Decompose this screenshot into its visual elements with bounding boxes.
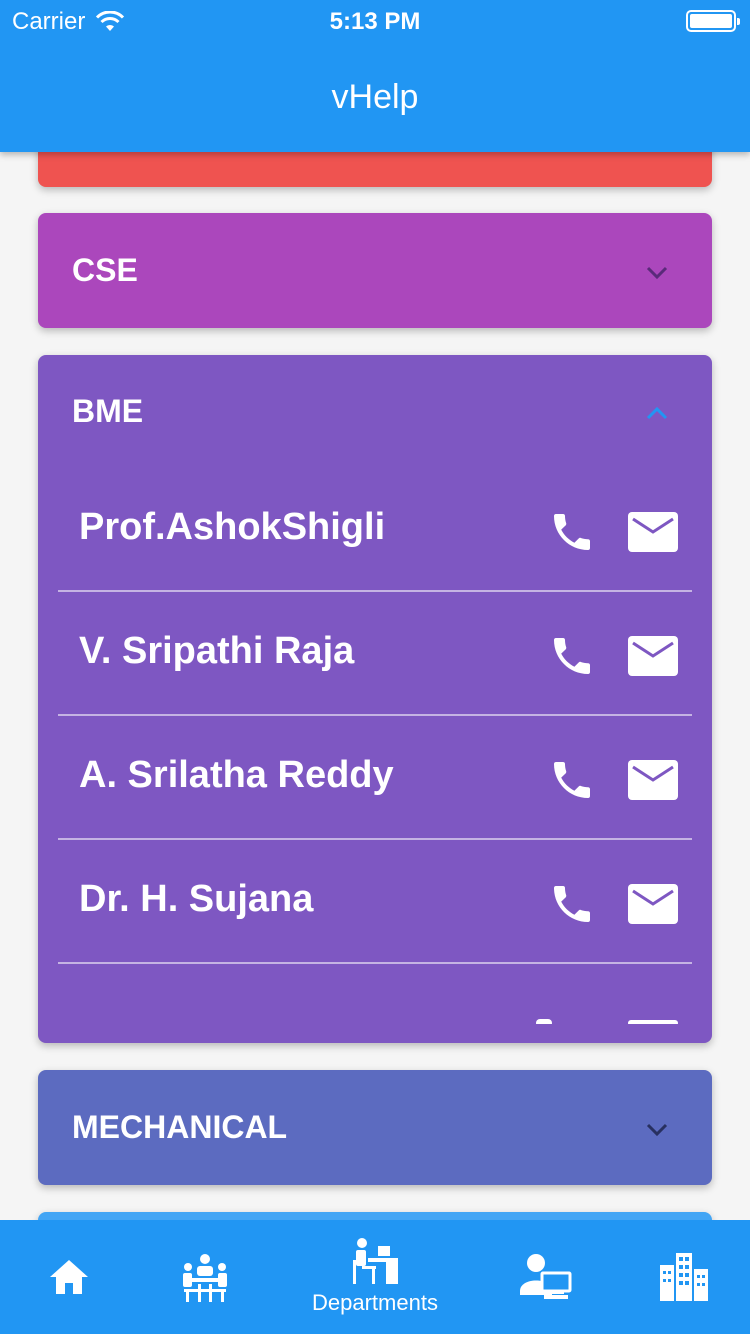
department-title: CSE (72, 252, 138, 288)
staff-name: Prof.AshokShigli (79, 506, 386, 548)
mail-icon[interactable] (628, 760, 678, 800)
nav-staff[interactable] (510, 1220, 580, 1334)
staff-name: Dr. H. Sujana (79, 878, 314, 920)
home-icon (50, 1260, 88, 1294)
staff-icon (520, 1254, 572, 1299)
staff-row: V. Sripathi Raja (58, 592, 692, 716)
mail-icon[interactable] (628, 512, 678, 552)
nav-departments[interactable]: Departments (290, 1220, 460, 1334)
phone-icon[interactable] (536, 1019, 552, 1024)
staff-name: V. Sripathi Raja (79, 630, 355, 672)
mail-icon[interactable] (628, 636, 678, 676)
staff-row: Prof.AshokShigli (58, 468, 692, 592)
department-card-mechanical[interactable]: MECHANICAL (38, 1070, 712, 1185)
mail-icon[interactable] (628, 1020, 678, 1024)
chevron-down-icon[interactable] (642, 1114, 672, 1144)
department-card-cse[interactable]: CSE (38, 213, 712, 328)
departments-icon (353, 1238, 398, 1284)
department-title: MECHANICAL (72, 1109, 288, 1145)
staff-row: Dr. H. Sujana (58, 840, 692, 964)
app-bar: Carrier 5:13 PM vHelp (0, 0, 750, 152)
building-icon (660, 1253, 708, 1301)
department-card-bme[interactable]: BME Prof.AshokShigli V. Sripathi Raja A.… (38, 355, 712, 1043)
meeting-icon (183, 1254, 227, 1302)
nav-meeting[interactable] (170, 1220, 240, 1334)
staff-row-partial (58, 964, 692, 1024)
status-time: 5:13 PM (329, 8, 421, 35)
nav-home[interactable] (34, 1220, 104, 1334)
phone-icon[interactable] (548, 508, 596, 556)
chevron-down-icon[interactable] (642, 257, 672, 287)
nav-label-departments: Departments (312, 1290, 438, 1315)
bottom-nav: Departments (0, 1220, 750, 1334)
app-title: vHelp (331, 78, 419, 116)
phone-icon[interactable] (548, 880, 596, 928)
department-title: BME (72, 393, 144, 429)
nav-buildings[interactable] (648, 1220, 718, 1334)
status-bar: Carrier 5:13 PM (0, 0, 750, 40)
phone-icon[interactable] (548, 632, 596, 680)
staff-name: A. Srilatha Reddy (79, 754, 394, 796)
staff-row: A. Srilatha Reddy (58, 716, 692, 840)
mail-icon[interactable] (628, 884, 678, 924)
battery-icon (686, 10, 740, 32)
chevron-up-icon[interactable] (642, 399, 672, 429)
phone-icon[interactable] (548, 756, 596, 804)
